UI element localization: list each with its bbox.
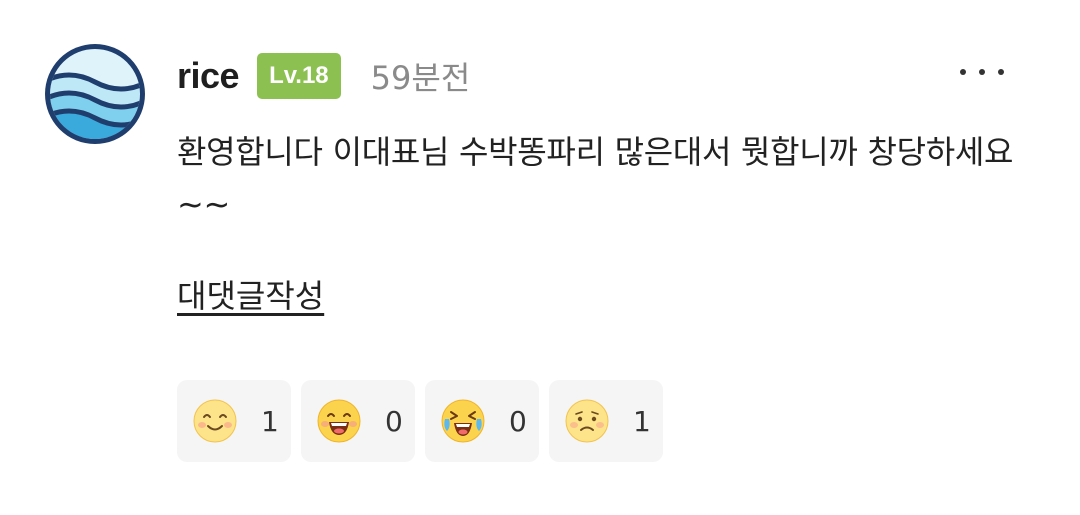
reaction-laugh-button[interactable]: 0 xyxy=(301,380,415,462)
reply-button[interactable]: 대댓글작성 xyxy=(177,270,324,322)
reaction-count: 1 xyxy=(261,404,279,438)
comment-text: 환영합니다 이대표님 수박똥파리 많은대서 뭣합니까 창당하세요~~ xyxy=(177,133,1014,223)
reaction-sad-button[interactable]: 1 xyxy=(549,380,663,462)
avatar[interactable] xyxy=(43,42,147,146)
more-dot-icon xyxy=(979,69,985,75)
wave-logo-icon xyxy=(45,44,145,144)
username[interactable]: rice xyxy=(177,55,240,97)
comment-header: rice Lv.18 59분전 xyxy=(177,50,470,102)
timestamp: 59분전 xyxy=(370,59,471,97)
more-dot-icon xyxy=(960,69,966,75)
smile-icon xyxy=(193,399,237,443)
reaction-bar: 1 0 0 1 xyxy=(177,380,663,462)
crying-laugh-icon xyxy=(441,399,485,443)
reaction-count: 0 xyxy=(385,404,403,438)
reaction-crying-laugh-button[interactable]: 0 xyxy=(425,380,539,462)
level-badge: Lv.18 xyxy=(257,53,341,99)
laugh-icon xyxy=(317,399,361,443)
reaction-smile-button[interactable]: 1 xyxy=(177,380,291,462)
reaction-count: 1 xyxy=(633,404,651,438)
more-options-button[interactable] xyxy=(960,66,1004,78)
sad-icon xyxy=(565,399,609,443)
more-dot-icon xyxy=(998,69,1004,75)
reaction-count: 0 xyxy=(509,404,527,438)
